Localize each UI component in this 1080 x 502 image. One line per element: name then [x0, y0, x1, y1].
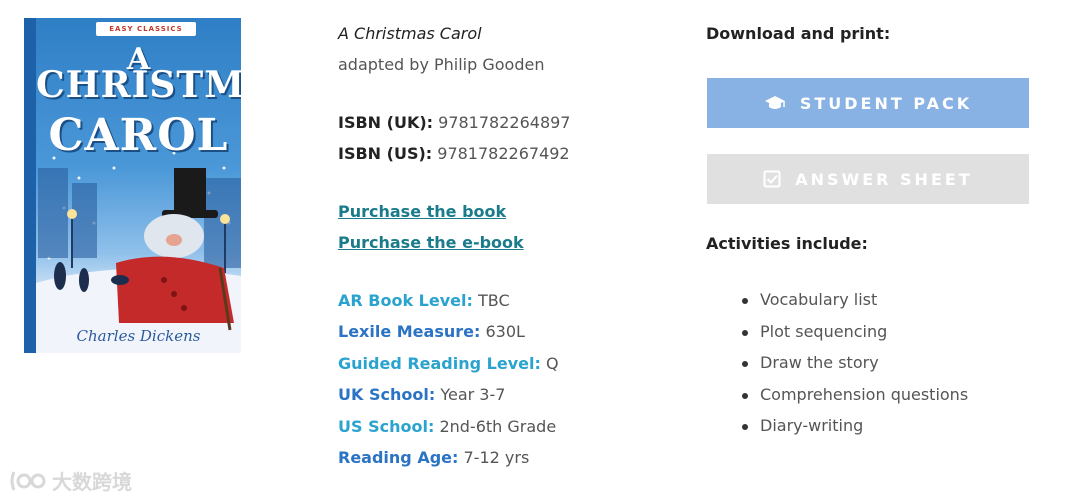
isbn-uk-value: 9781782264897 — [438, 113, 571, 132]
graduation-cap-icon — [764, 96, 785, 109]
purchase-book-link[interactable]: Purchase the book — [338, 202, 506, 221]
cover-title-line-2: CHRISTMAS — [36, 64, 241, 106]
activities-list: Vocabulary list Plot sequencing Draw the… — [742, 290, 968, 448]
level-label: AR Book Level: — [338, 291, 473, 310]
checkbox-icon — [763, 170, 781, 188]
student-pack-label: STUDENT PACK — [799, 93, 973, 113]
list-item: Comprehension questions — [742, 385, 968, 417]
list-item: Vocabulary list — [742, 290, 968, 322]
book-adapter: adapted by Philip Gooden — [338, 55, 545, 74]
watermark-logo-icon — [10, 470, 46, 491]
activities-heading: Activities include: — [706, 234, 868, 253]
level-row-us-school: US School: 2nd-6th Grade — [338, 417, 556, 436]
level-value: 7-12 yrs — [463, 448, 530, 467]
activity-text: Vocabulary list — [760, 290, 878, 309]
level-value: Q — [545, 354, 559, 373]
level-row-uk-school: UK School: Year 3-7 — [338, 385, 505, 404]
level-label: UK School: — [338, 385, 436, 404]
bullet-icon — [742, 361, 748, 367]
list-item: Draw the story — [742, 353, 968, 385]
level-label: Lexile Measure: — [338, 322, 481, 341]
activity-text: Draw the story — [760, 353, 879, 372]
answer-sheet-button[interactable]: ANSWER SHEET — [707, 154, 1029, 204]
level-row-lexile: Lexile Measure: 630L — [338, 322, 525, 341]
cover-title-line-3: CAROL — [48, 110, 229, 161]
bullet-icon — [742, 329, 748, 336]
watermark-text: 大数跨境 — [52, 470, 132, 494]
bullet-icon — [742, 298, 748, 304]
cover-series-badge: EASY CLASSICS — [96, 22, 196, 36]
level-value: TBC — [477, 291, 510, 310]
activity-text: Diary-writing — [760, 416, 864, 435]
level-value: 2nd-6th Grade — [439, 417, 557, 436]
isbn-us-label: ISBN (US): — [338, 144, 433, 163]
level-value: Year 3-7 — [440, 385, 506, 404]
watermark: 大数跨境 — [8, 466, 132, 495]
book-title: A Christmas Carol — [338, 24, 482, 43]
activity-text: Plot sequencing — [760, 321, 888, 341]
level-row-guided: Guided Reading Level: Q — [338, 354, 559, 373]
level-label: Guided Reading Level: — [338, 354, 541, 373]
book-cover-image: EASY CLASSICS A CHRISTMAS CAROL Charles … — [24, 18, 241, 353]
level-label: US School: — [338, 417, 435, 436]
level-value: 630L — [485, 322, 525, 341]
answer-sheet-label: ANSWER SHEET — [795, 169, 973, 189]
isbn-uk-row: ISBN (UK): 9781782264897 — [338, 113, 570, 132]
bullet-icon — [742, 392, 748, 399]
student-pack-button[interactable]: STUDENT PACK — [707, 78, 1029, 128]
list-item: Plot sequencing — [742, 322, 968, 354]
purchase-ebook-link[interactable]: Purchase the e-book — [338, 233, 524, 252]
list-item: Diary-writing — [742, 416, 968, 448]
bullet-icon — [742, 424, 748, 430]
activity-text: Comprehension questions — [760, 384, 969, 404]
download-heading: Download and print: — [706, 24, 891, 43]
level-row-ar: AR Book Level: TBC — [338, 291, 510, 310]
level-row-reading-age: Reading Age: 7-12 yrs — [338, 448, 529, 467]
isbn-us-row: ISBN (US): 9781782267492 — [338, 144, 570, 163]
isbn-uk-label: ISBN (UK): — [338, 113, 434, 132]
isbn-us-value: 9781782267492 — [437, 144, 570, 163]
level-label: Reading Age: — [338, 448, 459, 467]
cover-author: Charles Dickens — [76, 327, 201, 345]
